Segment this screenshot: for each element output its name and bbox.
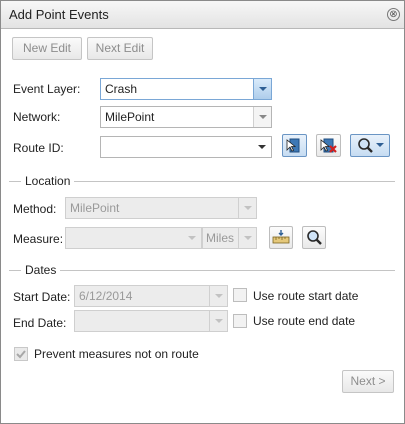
use-route-end-date-label: Use route end date xyxy=(253,314,356,328)
prevent-measures-checkbox[interactable] xyxy=(14,347,28,361)
chevron-down-icon xyxy=(215,294,223,298)
select-measure-from-map-icon xyxy=(272,230,290,244)
chevron-down-icon xyxy=(188,236,196,240)
zoom-search-icon xyxy=(358,138,384,153)
dates-section-title: Dates xyxy=(21,263,61,277)
next-button[interactable]: Next > xyxy=(342,370,394,393)
checkmark-icon xyxy=(16,350,26,359)
title-bar: Add Point Events ⊗ xyxy=(1,1,404,29)
location-section-title: Location xyxy=(21,174,75,188)
select-measure-from-map-button[interactable] xyxy=(269,226,293,249)
event-layer-dropdown-arrow[interactable] xyxy=(253,79,271,99)
select-route-from-map-icon xyxy=(286,138,300,153)
zoom-search-button[interactable] xyxy=(350,134,390,157)
route-id-combobox[interactable] xyxy=(100,136,272,158)
chevron-down-icon xyxy=(259,87,267,91)
network-dropdown-arrow[interactable] xyxy=(253,107,271,127)
next-edit-button[interactable]: Next Edit xyxy=(87,37,153,60)
use-route-start-date-checkbox[interactable] xyxy=(233,288,247,302)
window-title: Add Point Events xyxy=(9,7,109,22)
use-route-start-date-label: Use route start date xyxy=(253,289,359,303)
start-date-dropdown-arrow[interactable] xyxy=(209,286,227,306)
clear-route-button[interactable] xyxy=(316,134,341,157)
use-route-end-date-checkbox[interactable] xyxy=(233,314,247,328)
method-select[interactable]: MilePoint xyxy=(65,197,257,219)
method-dropdown-arrow[interactable] xyxy=(238,198,256,218)
end-date-dropdown-arrow[interactable] xyxy=(209,311,227,331)
measure-combobox[interactable] xyxy=(65,227,202,249)
start-date-label: Start Date: xyxy=(13,290,71,304)
chevron-down-icon xyxy=(244,236,252,240)
event-layer-value: Crash xyxy=(105,82,138,96)
network-value: MilePoint xyxy=(105,110,155,124)
add-point-events-panel: Add Point Events ⊗ New Edit Next Edit Ev… xyxy=(0,0,405,424)
chevron-down-icon xyxy=(215,319,223,323)
clear-route-icon xyxy=(320,138,337,153)
network-select[interactable]: MilePoint xyxy=(100,106,272,128)
chevron-down-icon xyxy=(259,115,267,119)
chevron-down-icon xyxy=(244,206,252,210)
select-route-from-map-button[interactable] xyxy=(282,134,307,157)
zoom-to-measure-icon xyxy=(307,230,322,245)
start-date-field[interactable]: 6/12/2014 xyxy=(74,285,228,307)
start-date-value: 6/12/2014 xyxy=(79,289,133,303)
route-id-label: Route ID: xyxy=(13,141,64,155)
end-date-field[interactable] xyxy=(74,310,228,332)
end-date-label: End Date: xyxy=(13,316,67,330)
event-layer-select[interactable]: Crash xyxy=(100,78,272,100)
dates-divider xyxy=(9,270,395,271)
measure-label: Measure: xyxy=(13,232,64,246)
new-edit-button[interactable]: New Edit xyxy=(12,37,82,60)
close-icon[interactable]: ⊗ xyxy=(387,8,400,21)
zoom-to-measure-button[interactable] xyxy=(302,226,326,249)
measure-dropdown-arrow[interactable] xyxy=(183,228,201,248)
event-layer-label: Event Layer: xyxy=(13,82,81,96)
prevent-measures-label: Prevent measures not on route xyxy=(34,347,199,361)
method-value: MilePoint xyxy=(70,201,120,215)
measure-unit-select[interactable]: Miles xyxy=(202,227,257,249)
measure-unit-dropdown-arrow[interactable] xyxy=(238,228,256,248)
chevron-down-icon xyxy=(258,145,266,149)
route-id-dropdown-arrow[interactable] xyxy=(253,137,271,157)
measure-unit-value: Miles xyxy=(206,231,235,245)
network-label: Network: xyxy=(13,110,61,124)
method-label: Method: xyxy=(13,202,57,216)
